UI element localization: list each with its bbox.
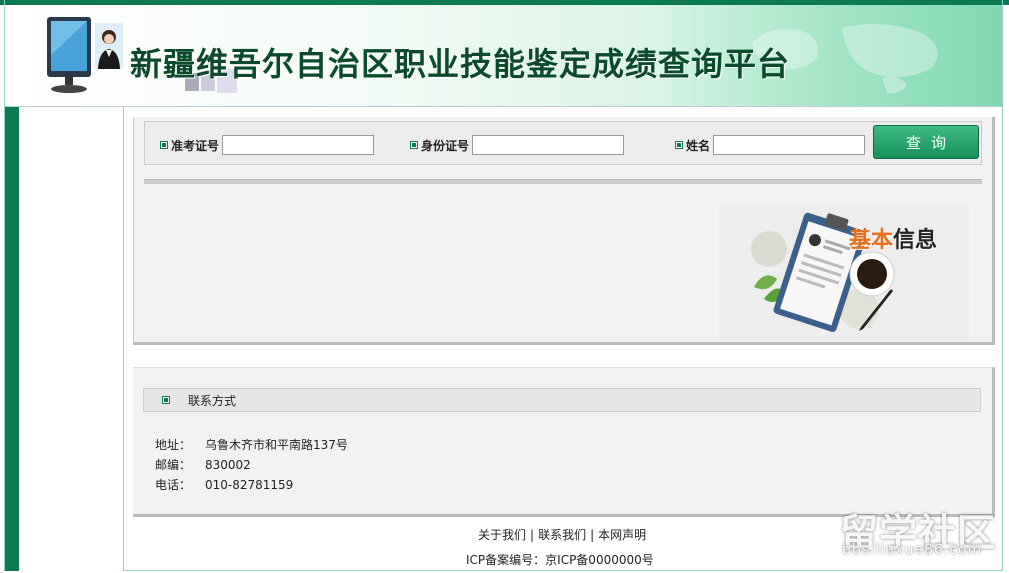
phone-value: 010-82781159 xyxy=(205,478,294,492)
name-field-group: 姓名 xyxy=(675,135,866,155)
watermark-url: bbs.liuxue86.com xyxy=(842,542,983,558)
bullet-square-icon xyxy=(160,141,168,149)
pen-icon xyxy=(859,289,893,331)
query-button[interactable]: 查询 xyxy=(873,125,979,159)
contact-us-link[interactable]: 联系我们 xyxy=(538,528,586,542)
name-label: 姓名 xyxy=(686,138,711,153)
left-sidebar xyxy=(19,107,124,571)
exam-no-field-group: 准考证号 xyxy=(160,135,375,155)
contact-panel: 联系方式 地址： 乌鲁木齐市和平南路137号 邮编： 830002 电话： 010-8… xyxy=(133,367,995,517)
footer-links: 关于我们 | 联系我们 | 本网声明 xyxy=(478,526,646,543)
contact-header: 联系方式 xyxy=(143,388,981,412)
page-title: 新疆维吾尔自治区职业技能鉴定成绩查询平台 xyxy=(130,45,791,83)
query-panel: 准考证号 身份证号 姓名 查询 基本信息 xyxy=(133,117,995,345)
basic-info-title: 基本信息 xyxy=(849,222,937,254)
bullet-square-icon xyxy=(162,396,170,404)
id-no-input[interactable] xyxy=(472,135,625,155)
exam-no-label: 准考证号 xyxy=(171,138,220,153)
contact-phone-row: 电话： 010-82781159 xyxy=(155,476,293,493)
id-no-field-group: 身份证号 xyxy=(410,135,625,155)
postcode-value: 830002 xyxy=(205,458,251,472)
basic-info-title-part1: 基本 xyxy=(849,228,894,253)
bullet-square-icon xyxy=(675,141,683,149)
contact-title: 联系方式 xyxy=(188,393,237,408)
phone-label: 电话： xyxy=(155,478,192,492)
contact-postcode-row: 邮编： 830002 xyxy=(155,456,251,473)
footer-separator: | xyxy=(590,528,595,542)
statement-link[interactable]: 本网声明 xyxy=(598,528,646,542)
id-no-label: 身份证号 xyxy=(421,138,470,153)
contact-address-row: 地址： 乌鲁木齐市和平南路137号 xyxy=(155,436,348,453)
monitor-icon xyxy=(47,17,91,93)
exam-no-input[interactable] xyxy=(222,135,375,155)
bullet-square-icon xyxy=(410,141,418,149)
left-green-bar xyxy=(5,107,19,571)
header-banner: 新疆维吾尔自治区职业技能鉴定成绩查询平台 xyxy=(5,5,1002,107)
about-us-link[interactable]: 关于我们 xyxy=(478,528,526,542)
site-watermark: 留学社区 bbs.liuxue86.com xyxy=(840,502,1000,566)
basic-info-title-part2: 信息 xyxy=(893,228,938,253)
person-photo xyxy=(95,23,123,69)
search-bar: 准考证号 身份证号 姓名 查询 xyxy=(144,121,982,165)
section-divider xyxy=(144,179,982,184)
address-value: 乌鲁木齐市和平南路137号 xyxy=(205,438,348,452)
address-label: 地址： xyxy=(155,438,192,452)
icp-record: ICP备案编号：京ICP备0000000号 xyxy=(466,553,654,567)
footer-separator: | xyxy=(530,528,535,542)
postcode-label: 邮编： xyxy=(155,458,192,472)
name-input[interactable] xyxy=(713,135,866,155)
